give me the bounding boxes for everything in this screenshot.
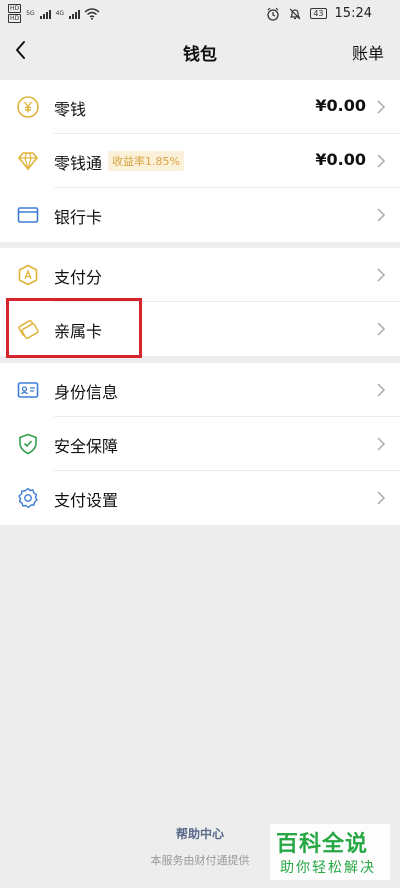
network-indicators: 5G — [25, 10, 35, 17]
highlight-box — [6, 298, 142, 358]
status-bar: HD HD 5G 4G 43 15:24 — [0, 0, 400, 28]
watermark: 百科全说 助你轻松解决 — [270, 824, 390, 880]
row-label: 安全保障 — [54, 437, 119, 456]
yield-badge: 收益率1.85% — [108, 151, 184, 171]
signal1-icon — [39, 8, 51, 19]
signal2-icon — [69, 8, 81, 19]
row-value: ¥0.00 — [315, 150, 366, 169]
row-label: 零钱通 — [54, 154, 103, 173]
wifi-icon — [84, 7, 100, 20]
gear-icon — [18, 487, 38, 509]
row-label: 银行卡 — [54, 208, 103, 227]
alarm-icon — [267, 7, 279, 21]
chevron-right-icon — [377, 268, 386, 282]
battery-indicator: 43 — [310, 8, 327, 19]
page-title: 钱包 — [183, 45, 217, 65]
pay-score-icon — [18, 264, 38, 286]
row-label: 零钱 — [54, 100, 87, 119]
shield-check-icon — [19, 433, 37, 455]
chevron-right-icon — [377, 383, 386, 397]
chevron-right-icon — [377, 100, 386, 114]
chevron-right-icon — [377, 208, 386, 222]
chevron-right-icon — [377, 437, 386, 451]
status-time: 15:24 — [334, 6, 372, 21]
mute-bell-icon — [289, 8, 301, 19]
row-change[interactable]: 零钱 ¥0.00 — [0, 80, 400, 134]
sim2-badge: HD — [8, 14, 22, 23]
row-pay-settings[interactable]: 支付设置 — [0, 471, 400, 525]
settings-group: 身份信息 安全保障 支付设置 — [0, 363, 400, 525]
row-bank-card[interactable]: 银行卡 — [0, 188, 400, 242]
row-security[interactable]: 安全保障 — [0, 417, 400, 471]
id-card-icon — [17, 382, 39, 398]
status-right: 43 15:24 — [266, 6, 372, 21]
bank-card-icon — [17, 207, 39, 223]
diamond-icon — [18, 152, 38, 172]
network2-indicators: 4G — [55, 10, 65, 17]
watermark-sub: 助你轻松解决 — [280, 860, 376, 876]
row-label: 支付分 — [54, 268, 103, 287]
nav-bar: 钱包 账单 — [0, 28, 400, 74]
row-label: 支付设置 — [54, 491, 119, 510]
chevron-right-icon — [377, 154, 386, 168]
bill-button[interactable]: 账单 — [352, 40, 384, 64]
status-left: HD HD 5G 4G — [8, 4, 100, 23]
watermark-main: 百科全说 — [276, 832, 369, 857]
row-label: 身份信息 — [54, 383, 119, 402]
chevron-right-icon — [377, 491, 386, 505]
row-value: ¥0.00 — [315, 96, 366, 115]
yuan-coin-icon — [17, 96, 39, 118]
sim1-badge: HD — [8, 4, 22, 13]
row-lingqiantong[interactable]: 零钱通 收益率1.85% ¥0.00 — [0, 134, 400, 188]
balance-group: 零钱 ¥0.00 零钱通 收益率1.85% ¥0.00 银行卡 — [0, 80, 400, 242]
sim-indicators: HD HD — [8, 4, 22, 23]
row-pay-score[interactable]: 支付分 — [0, 248, 400, 302]
chevron-right-icon — [377, 322, 386, 336]
network1-label: 5G — [26, 10, 35, 17]
network2-label: 4G — [55, 10, 65, 17]
row-identity[interactable]: 身份信息 — [0, 363, 400, 417]
